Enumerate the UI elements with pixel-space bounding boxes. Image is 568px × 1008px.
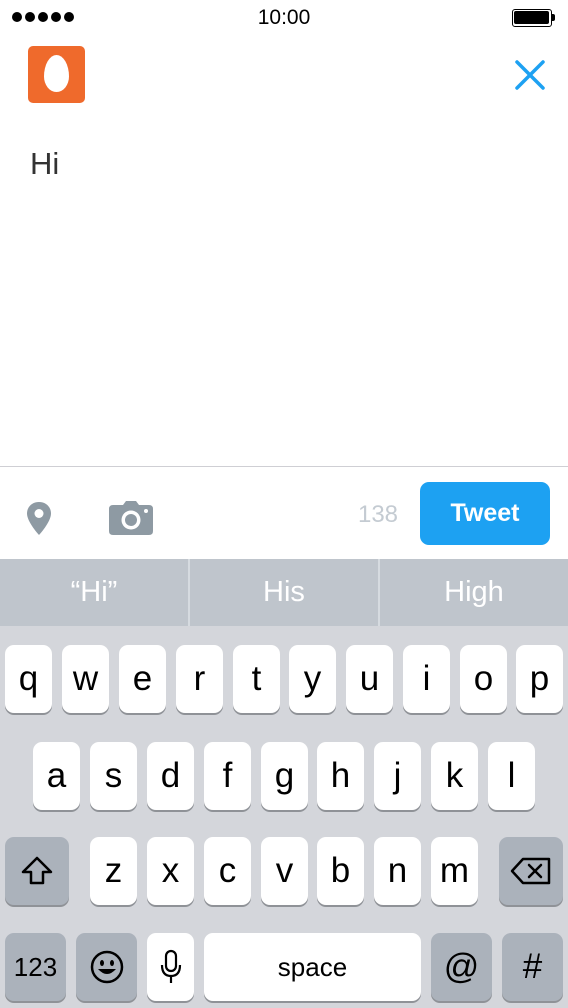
at-key[interactable]: @ xyxy=(431,933,492,1001)
emoji-key[interactable] xyxy=(76,933,137,1001)
key-i[interactable]: i xyxy=(403,645,450,713)
prediction-quoted[interactable]: “Hi” xyxy=(0,559,188,626)
key-e[interactable]: e xyxy=(119,645,166,713)
key-y[interactable]: y xyxy=(289,645,336,713)
key-n[interactable]: n xyxy=(374,837,421,905)
key-h[interactable]: h xyxy=(317,742,364,810)
microphone-icon xyxy=(160,949,181,983)
battery-icon xyxy=(512,9,556,27)
prediction-his[interactable]: His xyxy=(190,559,378,626)
tweet-text-input[interactable]: Hi xyxy=(30,146,59,182)
key-u[interactable]: u xyxy=(346,645,393,713)
key-r[interactable]: r xyxy=(176,645,223,713)
compose-toolbar: 138 Tweet xyxy=(0,466,568,560)
key-f[interactable]: f xyxy=(204,742,251,810)
key-s[interactable]: s xyxy=(90,742,137,810)
key-d[interactable]: d xyxy=(147,742,194,810)
predictive-bar: “Hi” His High xyxy=(0,559,568,626)
key-v[interactable]: v xyxy=(261,837,308,905)
key-j[interactable]: j xyxy=(374,742,421,810)
keyboard: q w e r t y u i o p a s d f g h j k l z … xyxy=(0,626,568,1008)
close-icon xyxy=(515,60,545,90)
key-t[interactable]: t xyxy=(233,645,280,713)
key-w[interactable]: w xyxy=(62,645,109,713)
backspace-key[interactable] xyxy=(499,837,563,905)
character-counter: 138 xyxy=(357,501,399,528)
status-time: 10:00 xyxy=(257,6,311,29)
emoji-icon xyxy=(90,950,123,984)
key-c[interactable]: c xyxy=(204,837,251,905)
tweet-button[interactable]: Tweet xyxy=(420,482,550,545)
key-x[interactable]: x xyxy=(147,837,194,905)
egg-icon xyxy=(44,55,69,92)
key-z[interactable]: z xyxy=(90,837,137,905)
camera-button[interactable] xyxy=(108,501,154,535)
key-q[interactable]: q xyxy=(5,645,52,713)
key-o[interactable]: o xyxy=(460,645,507,713)
hash-key[interactable]: # xyxy=(502,933,563,1001)
shift-icon xyxy=(21,856,53,885)
dictation-key[interactable] xyxy=(147,933,194,1001)
camera-icon xyxy=(109,501,153,535)
backspace-icon xyxy=(510,857,551,885)
key-l[interactable]: l xyxy=(488,742,535,810)
prediction-high[interactable]: High xyxy=(380,559,568,626)
key-m[interactable]: m xyxy=(431,837,478,905)
numbers-key[interactable]: 123 xyxy=(5,933,66,1001)
location-button[interactable] xyxy=(24,499,54,539)
status-bar: 10:00 xyxy=(0,0,568,36)
location-pin-icon xyxy=(27,502,51,535)
avatar[interactable] xyxy=(28,46,85,103)
close-button[interactable] xyxy=(510,55,550,95)
key-k[interactable]: k xyxy=(431,742,478,810)
key-p[interactable]: p xyxy=(516,645,563,713)
key-b[interactable]: b xyxy=(317,837,364,905)
key-g[interactable]: g xyxy=(261,742,308,810)
key-a[interactable]: a xyxy=(33,742,80,810)
shift-key[interactable] xyxy=(5,837,69,905)
space-key[interactable]: space xyxy=(204,933,421,1001)
